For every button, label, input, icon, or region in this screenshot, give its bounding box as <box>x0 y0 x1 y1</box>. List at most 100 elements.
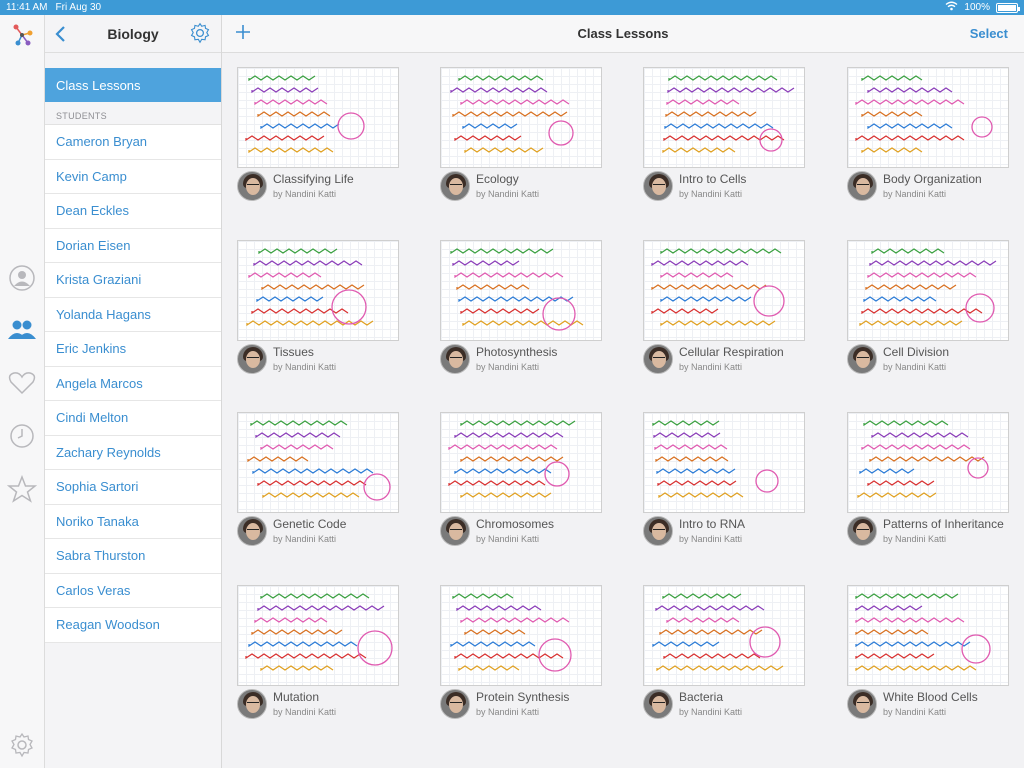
sidebar-item-student[interactable]: Eric Jenkins <box>45 332 221 367</box>
person-icon[interactable] <box>6 262 38 294</box>
main-header: Class Lessons Select <box>222 15 1024 53</box>
lesson-meta: Chromosomes by Nandini Katti <box>440 516 602 550</box>
status-bar: 11:41 AM Fri Aug 30 100% <box>0 0 1024 15</box>
wifi-icon <box>945 1 958 14</box>
lesson-card[interactable]: Cell Division by Nandini Katti <box>847 240 1009 378</box>
lesson-thumbnail[interactable] <box>643 67 805 168</box>
lesson-thumbnail[interactable] <box>847 412 1009 513</box>
student-name: Sabra Thurston <box>56 548 146 564</box>
lesson-thumbnail[interactable] <box>237 67 399 168</box>
group-icon[interactable] <box>6 314 38 346</box>
lesson-thumbnail[interactable] <box>440 585 602 686</box>
lesson-card[interactable]: White Blood Cells by Nandini Katti <box>847 585 1009 723</box>
lesson-thumbnail[interactable] <box>643 585 805 686</box>
student-name: Cindi Melton <box>56 410 129 426</box>
lesson-card[interactable]: Classifying Life by Nandini Katti <box>237 67 399 205</box>
lesson-thumbnail[interactable] <box>847 67 1009 168</box>
gear-icon[interactable] <box>189 22 211 44</box>
status-date: Fri Aug 30 <box>55 2 102 13</box>
lesson-thumbnail[interactable] <box>643 412 805 513</box>
sidebar-item-student[interactable]: Dorian Eisen <box>45 229 221 263</box>
sidebar-item-student[interactable]: Sophia Sartori <box>45 470 221 505</box>
lesson-thumbnail[interactable] <box>847 240 1009 341</box>
lesson-title: Tissues <box>273 345 314 359</box>
lesson-card[interactable]: Tissues by Nandini Katti <box>237 240 399 378</box>
lesson-thumbnail[interactable] <box>440 240 602 341</box>
lesson-meta: Tissues by Nandini Katti <box>237 344 399 378</box>
sidebar-item-student[interactable]: Carlos Veras <box>45 574 221 608</box>
lesson-card[interactable]: Body Organization by Nandini Katti <box>847 67 1009 205</box>
student-name: Dorian Eisen <box>56 237 131 253</box>
sidebar-item-class-lessons[interactable]: Class Lessons <box>45 68 221 102</box>
lesson-author: by Nandini Katti <box>273 707 337 717</box>
select-button[interactable]: Select <box>970 26 1008 41</box>
lesson-author: by Nandini Katti <box>476 534 540 544</box>
lesson-title: Cell Division <box>883 345 950 359</box>
student-name: Eric Jenkins <box>56 341 127 357</box>
lesson-card[interactable]: Bacteria by Nandini Katti <box>643 585 805 723</box>
lesson-author: by Nandini Katti <box>883 534 947 544</box>
lesson-meta: Intro to RNA by Nandini Katti <box>643 516 805 550</box>
lesson-thumbnail[interactable] <box>847 585 1009 686</box>
sidebar-item-student[interactable]: Noriko Tanaka <box>45 505 221 539</box>
star-icon[interactable] <box>6 473 38 505</box>
app-logo-icon[interactable] <box>6 19 38 51</box>
heart-icon[interactable] <box>6 367 38 399</box>
lesson-card[interactable]: Cellular Respiration by Nandini Katti <box>643 240 805 378</box>
lesson-card[interactable]: Patterns of Inheritance by Nandini Katti <box>847 412 1009 550</box>
lesson-meta: Bacteria by Nandini Katti <box>643 689 805 723</box>
sidebar-item-student[interactable]: Reagan Woodson <box>45 608 221 643</box>
lesson-title: Patterns of Inheritance <box>883 517 1004 531</box>
clock-icon[interactable] <box>6 420 38 452</box>
lesson-title: Protein Synthesis <box>476 690 570 704</box>
lesson-author: by Nandini Katti <box>679 189 743 199</box>
lesson-meta: Photosynthesis by Nandini Katti <box>440 344 602 378</box>
lesson-thumbnail[interactable] <box>643 240 805 341</box>
lesson-card[interactable]: Protein Synthesis by Nandini Katti <box>440 585 602 723</box>
lesson-card[interactable]: Ecology by Nandini Katti <box>440 67 602 205</box>
sidebar-item-student[interactable]: Kevin Camp <box>45 160 221 194</box>
lesson-author: by Nandini Katti <box>679 362 743 372</box>
lesson-card[interactable]: Chromosomes by Nandini Katti <box>440 412 602 550</box>
lesson-author: by Nandini Katti <box>883 707 947 717</box>
sidebar-item-student[interactable]: Zachary Reynolds <box>45 436 221 470</box>
lesson-card[interactable]: Photosynthesis by Nandini Katti <box>440 240 602 378</box>
sidebar-item-student[interactable]: Cameron Bryan <box>45 125 221 160</box>
lesson-title: Classifying Life <box>273 172 354 186</box>
sidebar-item-student[interactable]: Krista Graziani <box>45 263 221 298</box>
lesson-title: Photosynthesis <box>476 345 558 359</box>
student-name: Yolanda Hagans <box>56 306 151 322</box>
lesson-meta: Cell Division by Nandini Katti <box>847 344 1009 378</box>
lesson-thumbnail[interactable] <box>440 412 602 513</box>
student-name: Sophia Sartori <box>56 479 139 495</box>
lesson-thumbnail[interactable] <box>237 412 399 513</box>
lesson-meta: Patterns of Inheritance by Nandini Katti <box>847 516 1009 550</box>
settings-gear-icon[interactable] <box>6 729 38 761</box>
lesson-thumbnail[interactable] <box>237 585 399 686</box>
plus-icon[interactable] <box>234 23 254 45</box>
sidebar-item-student[interactable]: Yolanda Hagans <box>45 298 221 332</box>
student-name: Zachary Reynolds <box>56 444 161 460</box>
lesson-thumbnail[interactable] <box>440 67 602 168</box>
lesson-card[interactable]: Intro to Cells by Nandini Katti <box>643 67 805 205</box>
lesson-title: Bacteria <box>679 690 724 704</box>
avatar <box>237 344 267 374</box>
sidebar-item-student[interactable]: Dean Eckles <box>45 194 221 229</box>
lesson-card[interactable]: Genetic Code by Nandini Katti <box>237 412 399 550</box>
lesson-card[interactable]: Mutation by Nandini Katti <box>237 585 399 723</box>
lesson-author: by Nandini Katti <box>476 707 540 717</box>
lesson-card[interactable]: Intro to RNA by Nandini Katti <box>643 412 805 550</box>
back-chevron-icon[interactable] <box>51 24 71 44</box>
lesson-author: by Nandini Katti <box>273 362 337 372</box>
sidebar-header: Biology <box>45 15 221 53</box>
sidebar-item-student[interactable]: Angela Marcos <box>45 367 221 401</box>
lesson-author: by Nandini Katti <box>883 189 947 199</box>
student-name: Angela Marcos <box>56 375 143 391</box>
sidebar-item-student[interactable]: Sabra Thurston <box>45 539 221 574</box>
lesson-title: Intro to Cells <box>679 172 747 186</box>
lesson-title: Body Organization <box>883 172 982 186</box>
sidebar-item-student[interactable]: Cindi Melton <box>45 401 221 436</box>
avatar <box>237 689 267 719</box>
lesson-thumbnail[interactable] <box>237 240 399 341</box>
lesson-author: by Nandini Katti <box>273 189 337 199</box>
